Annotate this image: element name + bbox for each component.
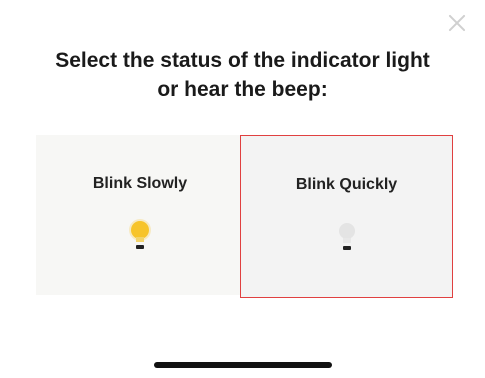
bulb-lit-icon [128, 217, 152, 257]
close-icon[interactable] [446, 12, 468, 34]
option-label: Blink Quickly [295, 176, 398, 193]
option-blink-quickly[interactable]: Blink Quickly [240, 135, 453, 298]
option-label: Blink Slowly [92, 175, 188, 192]
page-title: Select the status of the indicator light… [0, 46, 485, 104]
home-indicator [154, 362, 332, 368]
title-line-1: Select the status of the indicator light [55, 49, 430, 72]
option-blink-slowly[interactable]: Blink Slowly [36, 135, 244, 295]
indicator-status-screen: Select the status of the indicator light… [0, 0, 485, 378]
title-line-2: or hear the beep: [157, 78, 328, 101]
bulb-off-icon [335, 218, 359, 258]
